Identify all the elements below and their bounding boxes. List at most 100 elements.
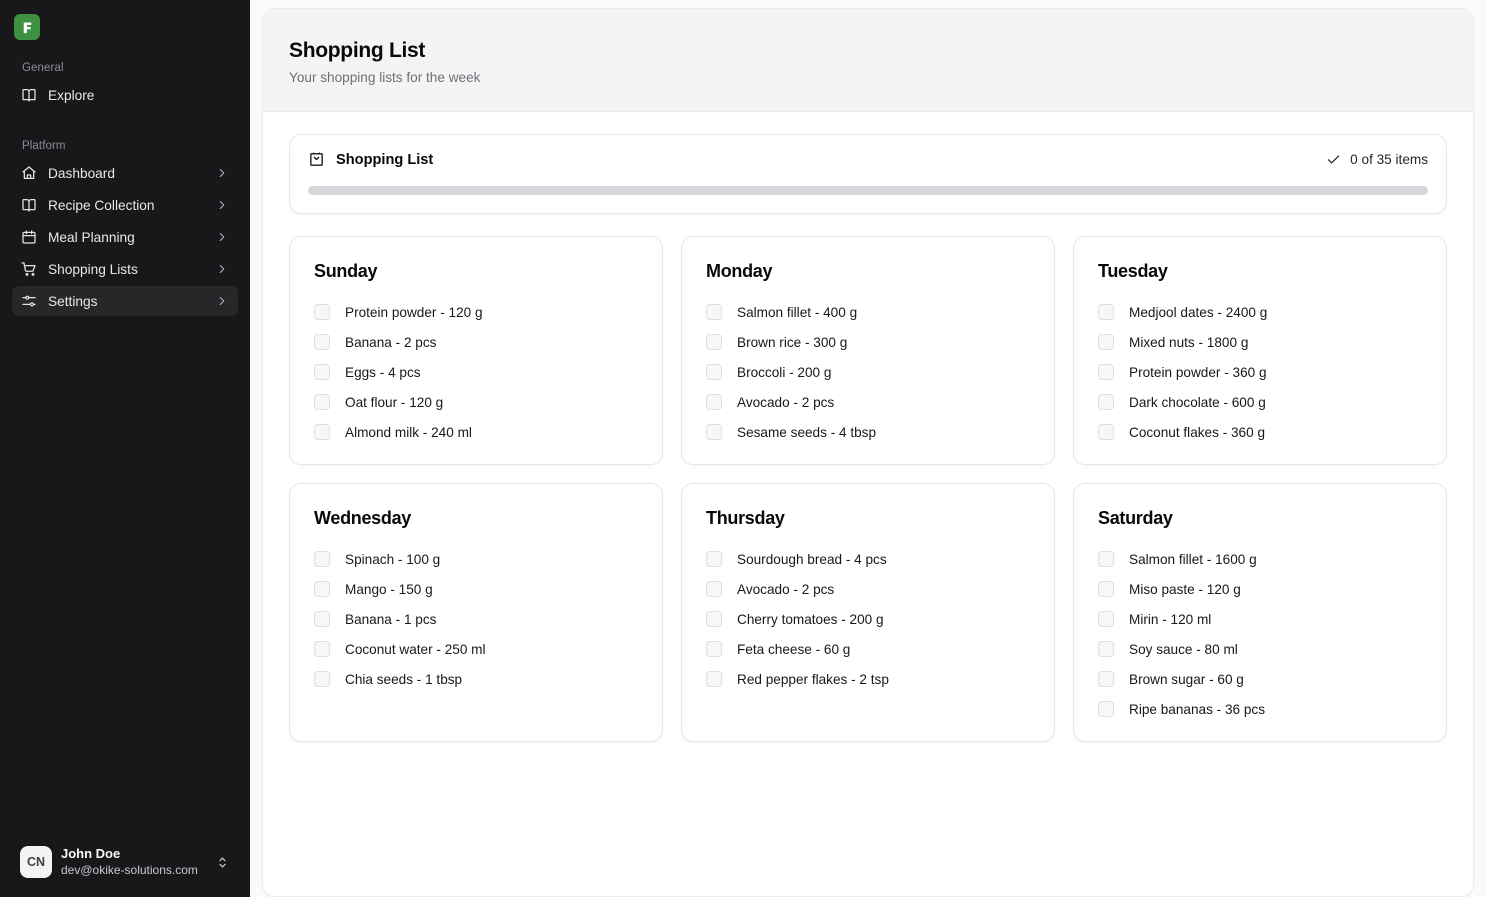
item-checkbox[interactable]	[314, 304, 330, 320]
day-title: Saturday	[1098, 508, 1173, 528]
item-checkbox[interactable]	[1098, 424, 1114, 440]
list-item[interactable]: Broccoli - 200 g	[706, 364, 1030, 380]
list-item[interactable]: Red pepper flakes - 2 tsp	[706, 671, 1030, 687]
list-item[interactable]: Spinach - 100 g	[314, 551, 638, 567]
sidebar-item-meal-planning[interactable]: Meal Planning	[12, 222, 238, 252]
item-checkbox[interactable]	[706, 671, 722, 687]
chevron-right-icon[interactable]	[215, 294, 229, 308]
list-item[interactable]: Cherry tomatoes - 200 g	[706, 611, 1030, 627]
sidebar-item-recipe-collection[interactable]: Recipe Collection	[12, 190, 238, 220]
item-label: Ripe bananas - 36 pcs	[1129, 701, 1266, 717]
sidebar-item-settings[interactable]: Settings	[12, 286, 238, 316]
list-item[interactable]: Chia seeds - 1 tbsp	[314, 671, 638, 687]
list-item[interactable]: Protein powder - 360 g	[1098, 364, 1422, 380]
list-item[interactable]: Banana - 2 pcs	[314, 334, 638, 350]
list-item[interactable]: Banana - 1 pcs	[314, 611, 638, 627]
list-item[interactable]: Sourdough bread - 4 pcs	[706, 551, 1030, 567]
item-checkbox[interactable]	[1098, 611, 1114, 627]
list-item[interactable]: Dark chocolate - 600 g	[1098, 394, 1422, 410]
day-items: Salmon fillet - 1600 g Miso paste - 120 …	[1098, 551, 1422, 717]
user-profile-button[interactable]: CN John Doe dev@okike-solutions.com	[12, 839, 238, 885]
shopping-bag-icon	[308, 151, 325, 168]
list-item[interactable]: Soy sauce - 80 ml	[1098, 641, 1422, 657]
item-checkbox[interactable]	[1098, 641, 1114, 657]
item-checkbox[interactable]	[314, 551, 330, 567]
shopping-cart-icon	[21, 261, 37, 277]
item-checkbox[interactable]	[314, 334, 330, 350]
item-checkbox[interactable]	[706, 611, 722, 627]
day-card-sunday: Sunday Protein powder - 120 g Banana - 2…	[289, 236, 663, 465]
list-item[interactable]: Medjool dates - 2400 g	[1098, 304, 1422, 320]
page-subtitle: Your shopping lists for the week	[289, 70, 481, 85]
item-checkbox[interactable]	[706, 334, 722, 350]
item-label: Soy sauce - 80 ml	[1129, 641, 1238, 657]
list-item[interactable]: Salmon fillet - 1600 g	[1098, 551, 1422, 567]
item-checkbox[interactable]	[314, 424, 330, 440]
sidebar-nav: General Explore Platform Dashboard Recip…	[0, 40, 250, 839]
item-label: Eggs - 4 pcs	[345, 364, 421, 380]
item-checkbox[interactable]	[706, 424, 722, 440]
item-checkbox[interactable]	[706, 364, 722, 380]
app-logo[interactable]	[14, 14, 40, 40]
sidebar-item-shopping-lists[interactable]: Shopping Lists	[12, 254, 238, 284]
list-item[interactable]: Mango - 150 g	[314, 581, 638, 597]
day-card-wednesday: Wednesday Spinach - 100 g Mango - 150 g …	[289, 483, 663, 742]
item-checkbox[interactable]	[706, 551, 722, 567]
item-checkbox[interactable]	[1098, 671, 1114, 687]
list-item[interactable]: Coconut flakes - 360 g	[1098, 424, 1422, 440]
item-checkbox[interactable]	[706, 394, 722, 410]
check-icon	[1326, 152, 1341, 167]
list-item[interactable]: Almond milk - 240 ml	[314, 424, 638, 440]
item-label: Broccoli - 200 g	[737, 364, 832, 380]
item-checkbox[interactable]	[706, 641, 722, 657]
list-item[interactable]: Sesame seeds - 4 tbsp	[706, 424, 1030, 440]
item-checkbox[interactable]	[314, 394, 330, 410]
item-checkbox[interactable]	[314, 581, 330, 597]
item-checkbox[interactable]	[1098, 701, 1114, 717]
summary-right: 0 of 35 items	[1326, 152, 1428, 167]
list-item[interactable]: Miso paste - 120 g	[1098, 581, 1422, 597]
item-checkbox[interactable]	[314, 641, 330, 657]
item-label: Medjool dates - 2400 g	[1129, 304, 1268, 320]
item-checkbox[interactable]	[706, 304, 722, 320]
item-label: Coconut water - 250 ml	[345, 641, 486, 657]
item-label: Red pepper flakes - 2 tsp	[737, 671, 889, 687]
list-item[interactable]: Feta cheese - 60 g	[706, 641, 1030, 657]
item-checkbox[interactable]	[1098, 304, 1114, 320]
item-checkbox[interactable]	[1098, 551, 1114, 567]
list-item[interactable]: Mixed nuts - 1800 g	[1098, 334, 1422, 350]
list-item[interactable]: Avocado - 2 pcs	[706, 394, 1030, 410]
item-checkbox[interactable]	[314, 611, 330, 627]
list-item[interactable]: Ripe bananas - 36 pcs	[1098, 701, 1422, 717]
sidebar-item-label: Explore	[48, 87, 95, 103]
sidebar-item-dashboard[interactable]: Dashboard	[12, 158, 238, 188]
list-item[interactable]: Oat flour - 120 g	[314, 394, 638, 410]
item-checkbox[interactable]	[314, 671, 330, 687]
item-checkbox[interactable]	[314, 364, 330, 380]
list-item[interactable]: Mirin - 120 ml	[1098, 611, 1422, 627]
item-checkbox[interactable]	[706, 581, 722, 597]
chevron-up-down-icon[interactable]	[215, 855, 230, 870]
list-item[interactable]: Protein powder - 120 g	[314, 304, 638, 320]
nav-section-label-platform: Platform	[22, 140, 66, 152]
item-checkbox[interactable]	[1098, 394, 1114, 410]
sidebar-item-explore[interactable]: Explore	[12, 80, 238, 110]
list-item[interactable]: Coconut water - 250 ml	[314, 641, 638, 657]
item-label: Mango - 150 g	[345, 581, 433, 597]
item-label: Brown sugar - 60 g	[1129, 671, 1244, 687]
user-name: John Doe	[61, 846, 121, 862]
item-label: Sourdough bread - 4 pcs	[737, 551, 887, 567]
list-item[interactable]: Brown sugar - 60 g	[1098, 671, 1422, 687]
list-item[interactable]: Salmon fillet - 400 g	[706, 304, 1030, 320]
list-item[interactable]: Avocado - 2 pcs	[706, 581, 1030, 597]
item-checkbox[interactable]	[1098, 364, 1114, 380]
chevron-right-icon[interactable]	[215, 262, 229, 276]
list-item[interactable]: Brown rice - 300 g	[706, 334, 1030, 350]
item-checkbox[interactable]	[1098, 334, 1114, 350]
chevron-right-icon[interactable]	[215, 166, 229, 180]
chevron-right-icon[interactable]	[215, 198, 229, 212]
item-checkbox[interactable]	[1098, 581, 1114, 597]
chevron-right-icon[interactable]	[215, 230, 229, 244]
list-item[interactable]: Eggs - 4 pcs	[314, 364, 638, 380]
sidebar-item-label: Dashboard	[48, 165, 115, 181]
